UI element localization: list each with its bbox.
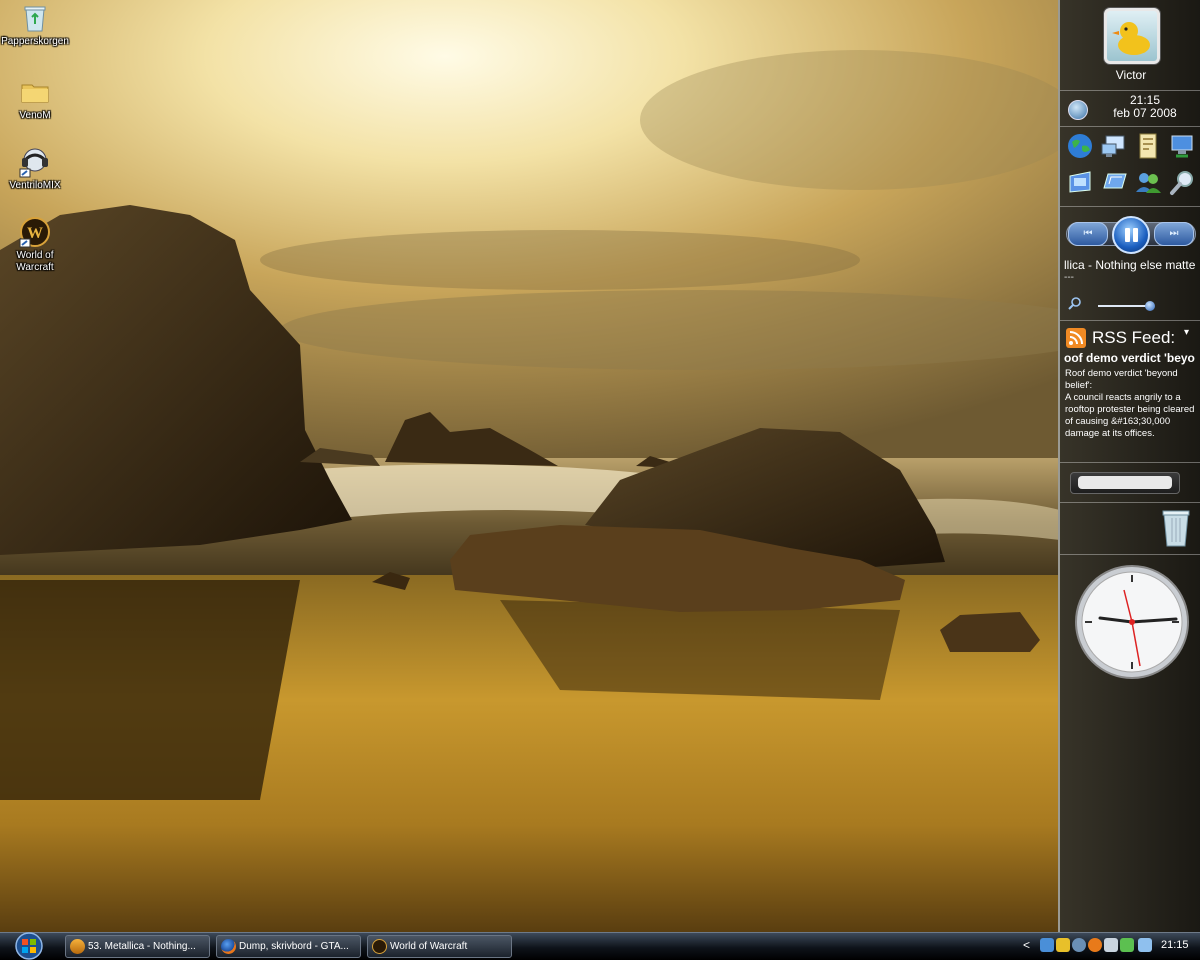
taskbar-button-label: World of Warcraft (390, 941, 468, 952)
start-button[interactable] (8, 932, 50, 960)
firefox-tray-icon[interactable] (1088, 938, 1102, 952)
desktop-wallpaper (0, 0, 1060, 932)
rss-article[interactable]: Roof demo verdict 'beyond belief': A cou… (1065, 368, 1197, 440)
desktop-icon-label: VentriloMIX (9, 180, 61, 191)
volume-icon[interactable] (1104, 938, 1118, 952)
desktop-icon-ventrilomix[interactable]: VentriloMIX (0, 146, 70, 192)
taskbar-button-winamp[interactable]: 53. Metallica - Nothing... (65, 935, 210, 958)
taskbar-button-label: 53. Metallica - Nothing... (88, 941, 196, 952)
recycle-bin-gadget-icon[interactable] (1160, 506, 1192, 550)
users-icon[interactable] (1134, 168, 1162, 196)
now-playing-subtext: --- (1064, 272, 1074, 283)
volume-slider-handle[interactable] (1145, 301, 1155, 311)
rss-article-title: Roof demo verdict 'beyond belief': (1065, 368, 1178, 391)
clock-globe-icon (1068, 100, 1088, 120)
time-date-gadget: 21:15 feb 07 2008 (1090, 94, 1200, 120)
network-icon[interactable] (1100, 132, 1128, 160)
sidebar-divider (1060, 462, 1200, 463)
now-playing-text: llica - Nothing else matte (1064, 258, 1196, 272)
sidebar-divider (1060, 554, 1200, 555)
gadget-date: feb 07 2008 (1113, 106, 1177, 120)
security-shield-icon[interactable] (1056, 938, 1070, 952)
taskbar-button-firefox[interactable]: Dump, skrivbord - GTA... (216, 935, 361, 958)
desktop-icon-label: World of Warcraft (16, 250, 54, 273)
world-of-warcraft-icon (372, 939, 387, 954)
search-icon[interactable] (1168, 168, 1196, 196)
display-tray-icon[interactable] (1138, 938, 1152, 952)
desktop-icon-label: VenoM (19, 110, 51, 121)
sidebar-divider (1060, 502, 1200, 503)
taskbar-button-world-of-warcraft[interactable]: World of Warcraft (367, 935, 512, 958)
rubber-duck-icon (1112, 22, 1150, 55)
remote-desktop-icon[interactable] (1168, 132, 1196, 160)
search-input[interactable] (1078, 476, 1172, 489)
avatar[interactable] (1104, 8, 1160, 64)
winamp-icon (70, 939, 85, 954)
language-bar-icon[interactable] (1040, 938, 1054, 952)
rss-menu-arrow-icon[interactable]: ▾ (1184, 328, 1194, 340)
rss-icon (1066, 328, 1086, 348)
sidebar-divider (1060, 320, 1200, 321)
next-track-button[interactable]: ⏭ (1154, 222, 1194, 246)
folder-icon (19, 76, 51, 108)
sidebar-divider (1060, 126, 1200, 127)
battery-icon[interactable] (1120, 938, 1134, 952)
recycle-bin-icon (19, 2, 51, 34)
world-of-warcraft-icon: W (19, 216, 51, 248)
documents-icon[interactable] (1134, 132, 1162, 160)
volume-search-icon[interactable] (1068, 296, 1082, 310)
windows-sidebar: Victor 21:15 feb 07 2008 ⏮ ⏭ llica - Not… (1058, 0, 1200, 932)
desktop-icon-label: Papperskorgen (1, 36, 69, 47)
firefox-icon (221, 939, 236, 954)
display-icon[interactable] (1100, 168, 1128, 196)
previous-track-button[interactable]: ⏮ (1068, 222, 1108, 246)
pause-button[interactable] (1112, 216, 1150, 254)
desktop-icon-world-of-warcraft[interactable]: W World of Warcraft (0, 216, 70, 274)
analog-clock-gadget[interactable] (1072, 562, 1192, 682)
user-name: Victor (1115, 68, 1147, 82)
desktop-icon-recycle-bin[interactable]: Papperskorgen (0, 2, 70, 48)
network-tray-icon[interactable] (1072, 938, 1086, 952)
sidebar-divider (1060, 206, 1200, 207)
internet-icon[interactable] (1066, 132, 1094, 160)
desktop-icon-venom-folder[interactable]: VenoM (0, 76, 70, 122)
rss-article-body: A council reacts angrily to a rooftop pr… (1065, 392, 1195, 439)
sidebar-divider (1060, 90, 1200, 91)
control-panel-icon[interactable] (1066, 168, 1094, 196)
rss-feed-title: RSS Feed: (1092, 328, 1176, 347)
ventrilo-icon (19, 146, 51, 178)
taskbar-button-label: Dump, skrivbord - GTA... (239, 941, 349, 952)
tray-clock[interactable]: 21:15 (1161, 939, 1189, 951)
show-hidden-icons-arrow[interactable]: < (1023, 938, 1030, 952)
rss-headline[interactable]: oof demo verdict 'beyo (1064, 351, 1200, 365)
